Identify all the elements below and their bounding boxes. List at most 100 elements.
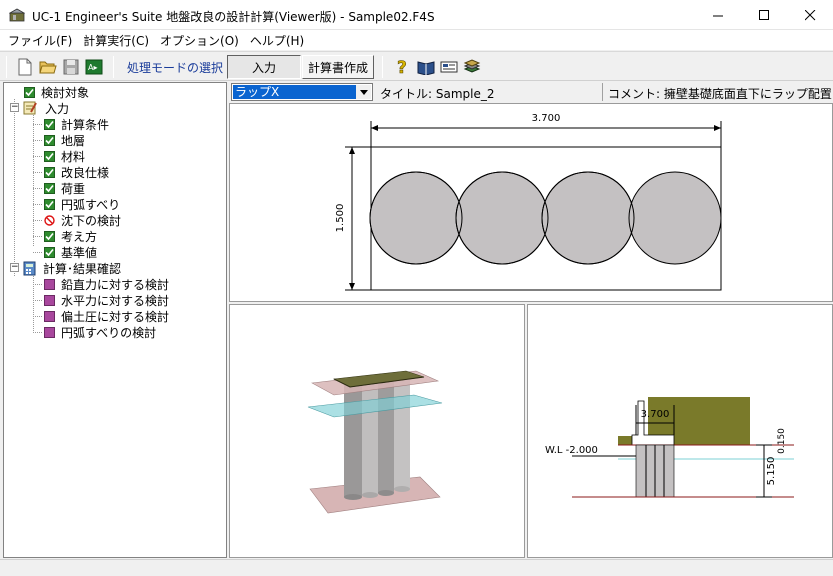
tree-item-input[interactable]: 地層 bbox=[44, 132, 85, 148]
plan-drawing: 3.700 1.500 bbox=[335, 113, 722, 291]
minimize-button[interactable] bbox=[695, 0, 741, 30]
tree-item-input[interactable]: 材料 bbox=[44, 148, 85, 164]
tree-item-input[interactable]: 基準値 bbox=[44, 244, 97, 260]
close-button[interactable] bbox=[787, 0, 833, 30]
forbidden-icon bbox=[44, 214, 55, 226]
tree-connector bbox=[33, 284, 42, 285]
section-view: 3.700 W.L -2.000 5.150 0.150 bbox=[527, 304, 833, 558]
tree-connector bbox=[33, 252, 42, 253]
tree-connector bbox=[33, 156, 42, 157]
tree-item-input[interactable]: 荷重 bbox=[44, 180, 85, 196]
checkbox-icon bbox=[44, 230, 55, 242]
toolbar: A▸ 処理モードの選択 入力 計算書作成 ? bbox=[0, 51, 833, 81]
tree-item-label: 偏土圧に対する検討 bbox=[61, 309, 170, 324]
checkbox-icon bbox=[44, 134, 55, 146]
manual-button[interactable] bbox=[415, 56, 437, 78]
menu-options[interactable]: オプション(O) bbox=[156, 32, 246, 49]
dimension-arrow bbox=[714, 125, 721, 131]
tree-connector bbox=[33, 204, 42, 205]
new-file-icon bbox=[18, 58, 32, 76]
chevron-down-icon bbox=[356, 85, 371, 99]
menu-help[interactable]: ヘルプ(H) bbox=[246, 32, 311, 49]
minimize-icon bbox=[712, 15, 723, 16]
toolbar-separator bbox=[382, 56, 383, 78]
collapse-toggle[interactable]: − bbox=[10, 263, 19, 272]
tree-group-results[interactable]: 計算･結果確認 bbox=[23, 260, 121, 276]
card-icon bbox=[440, 61, 458, 73]
input-mode-button[interactable]: 入力 bbox=[227, 55, 301, 79]
dimension-arrow bbox=[349, 283, 355, 290]
result-icon bbox=[44, 326, 55, 338]
close-icon bbox=[804, 9, 815, 20]
tree-group-input[interactable]: 入力 bbox=[23, 100, 69, 116]
water-level-label: W.L -2.000 bbox=[545, 445, 598, 456]
tree-item-label: 水平力に対する検討 bbox=[61, 293, 170, 308]
tree-item-label: 検討対象 bbox=[41, 85, 90, 100]
tree-connector bbox=[33, 220, 42, 221]
tree-item-target[interactable]: 検討対象 bbox=[24, 84, 89, 100]
new-file-button[interactable] bbox=[14, 56, 36, 78]
export-button[interactable]: A▸ bbox=[83, 56, 105, 78]
report-mode-button[interactable]: 計算書作成 bbox=[302, 55, 374, 79]
tree-item-result[interactable]: 偏土圧に対する検討 bbox=[44, 308, 169, 324]
3d-view bbox=[229, 304, 525, 558]
improvement-column bbox=[628, 171, 722, 265]
tree-item-input[interactable]: 円弧すべり bbox=[44, 196, 120, 212]
toolbar-separator bbox=[6, 56, 7, 78]
tree-connector bbox=[33, 332, 42, 333]
menu-calculate[interactable]: 計算実行(C) bbox=[79, 32, 156, 49]
books-icon bbox=[463, 59, 481, 73]
maximize-button[interactable] bbox=[741, 0, 787, 30]
dimension-arrow bbox=[371, 125, 378, 131]
layout-select[interactable]: ラップX bbox=[231, 83, 373, 101]
top-dimension-label: 0.150 bbox=[777, 428, 787, 454]
tree-item-result[interactable]: 水平力に対する検討 bbox=[44, 292, 169, 308]
tree-item-result[interactable]: 鉛直力に対する検討 bbox=[44, 276, 169, 292]
width-dimension-label: 3.700 bbox=[532, 113, 561, 124]
tree-connector bbox=[33, 236, 42, 237]
manual-icon bbox=[417, 61, 435, 75]
menu-file[interactable]: ファイル(F) bbox=[4, 32, 79, 49]
tree-connector bbox=[33, 124, 42, 125]
open-file-button[interactable] bbox=[37, 56, 59, 78]
mode-select-label: 処理モードの選択 bbox=[127, 61, 224, 75]
open-folder-icon bbox=[39, 61, 57, 74]
depth-dimension-label: 5.150 bbox=[766, 457, 777, 486]
notepad-icon bbox=[23, 101, 37, 115]
help-button[interactable]: ? bbox=[392, 56, 414, 78]
tree-connector bbox=[33, 273, 34, 331]
tree-item-input[interactable]: 考え方 bbox=[44, 228, 97, 244]
result-icon bbox=[44, 278, 55, 290]
save-icon bbox=[63, 59, 79, 75]
checkbox-icon bbox=[44, 166, 55, 178]
result-icon bbox=[44, 294, 55, 306]
tree-connector bbox=[33, 188, 42, 189]
save-button[interactable] bbox=[60, 56, 82, 78]
tree-item-input[interactable]: 改良仕様 bbox=[44, 164, 109, 180]
tree-item-label: 材料 bbox=[61, 149, 86, 164]
tree-item-input[interactable]: 計算条件 bbox=[44, 116, 109, 132]
checkbox-icon bbox=[44, 118, 55, 130]
tree-item-label: 基準値 bbox=[61, 245, 98, 260]
collapse-toggle[interactable]: − bbox=[10, 103, 19, 112]
tree-item-input[interactable]: 沈下の検討 bbox=[44, 212, 121, 228]
tree-item-result[interactable]: 円弧すべりの検討 bbox=[44, 324, 156, 340]
calculator-icon bbox=[23, 261, 36, 275]
layout-select-value: ラップX bbox=[233, 85, 356, 99]
tree-item-label: 計算条件 bbox=[61, 117, 110, 132]
header-separator bbox=[602, 83, 603, 101]
tree-item-label: 荷重 bbox=[61, 181, 86, 196]
checkbox-icon bbox=[44, 246, 55, 258]
checkbox-icon bbox=[24, 86, 35, 98]
app-icon bbox=[9, 8, 25, 22]
export-icon: A▸ bbox=[85, 59, 103, 75]
status-bar bbox=[0, 559, 833, 576]
tree-item-label: 改良仕様 bbox=[61, 165, 110, 180]
books-button[interactable] bbox=[461, 56, 483, 78]
card-button[interactable] bbox=[438, 56, 460, 78]
title-bar: UC-1 Engineer's Suite 地盤改良の設計計算(Viewer版)… bbox=[0, 0, 833, 30]
tree-connector bbox=[33, 172, 42, 173]
plan-view: 3.700 1.500 bbox=[229, 103, 833, 302]
result-icon bbox=[44, 310, 55, 322]
svg-text:A▸: A▸ bbox=[88, 63, 98, 72]
